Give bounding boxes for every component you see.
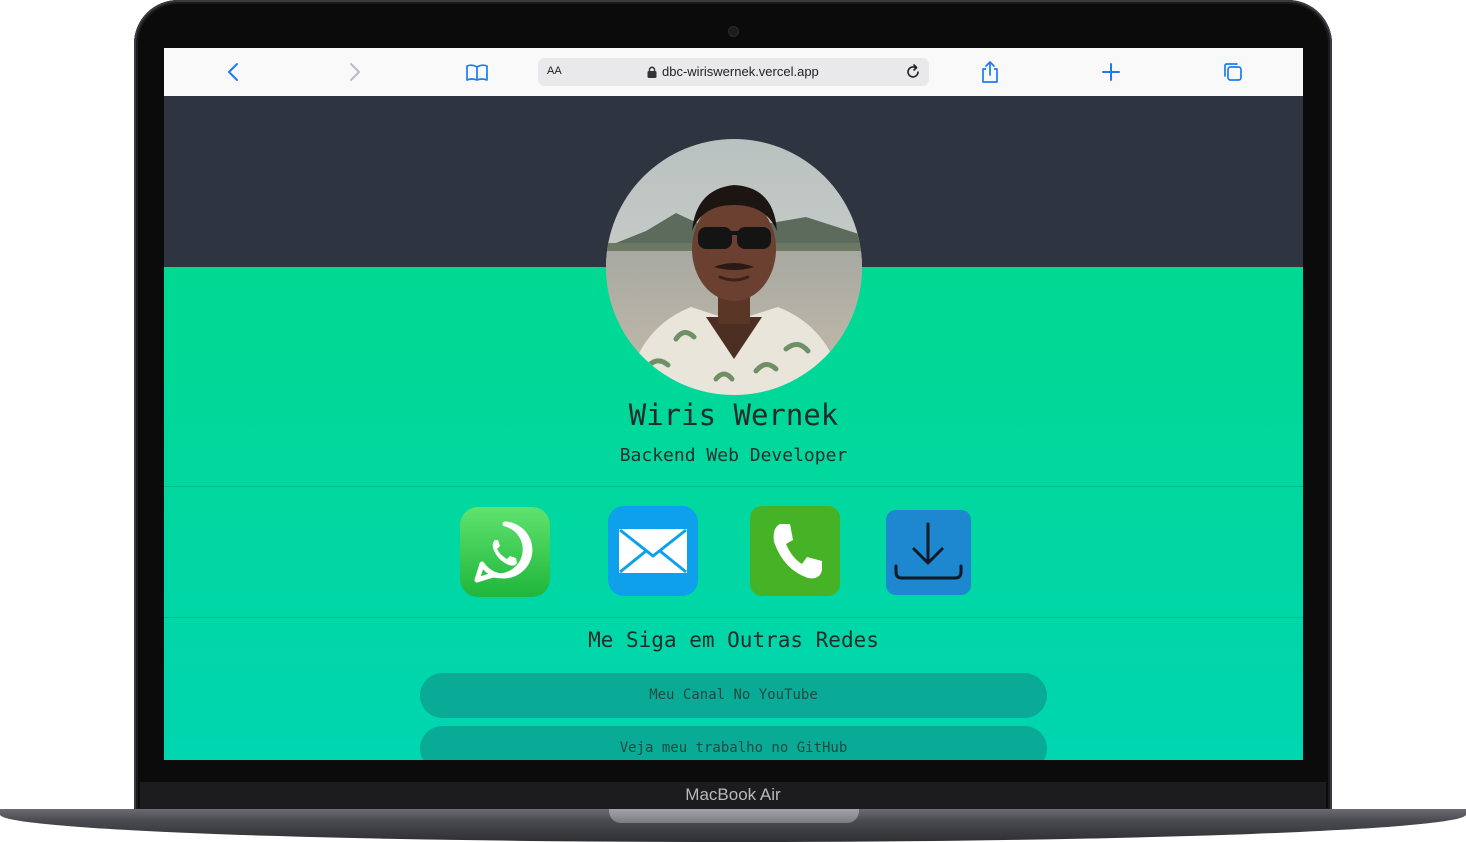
profile-name: Wiris Wernek [628,398,839,432]
email-icon[interactable] [608,506,698,596]
webcam [729,27,738,36]
base-notch [609,809,859,823]
lock-icon [647,66,657,78]
bookmarks-icon[interactable] [464,59,490,85]
tabs-icon[interactable] [1220,59,1246,85]
github-link-button[interactable]: Veja meu trabalho no GitHub [420,726,1047,760]
section-divider [164,486,1303,487]
screen: AA dbc-wiriswernek.vercel.app Wiris Wern… [164,48,1303,760]
download-icon[interactable] [886,510,971,595]
forward-icon[interactable] [341,59,367,85]
browser-toolbar: AA dbc-wiriswernek.vercel.app [164,48,1303,97]
social-heading: Me Siga em Outras Redes [588,628,879,652]
web-page: Wiris Wernek Backend Web Developer Me Si… [164,96,1303,760]
back-icon[interactable] [221,59,247,85]
text-size-button[interactable]: AA [547,65,562,77]
brand-label: MacBook Air [685,785,781,804]
new-tab-icon[interactable] [1098,59,1124,85]
reload-icon[interactable] [903,62,923,82]
phone-icon[interactable] [750,506,840,596]
share-icon[interactable] [977,59,1003,85]
profile-role: Backend Web Developer [619,445,848,466]
whatsapp-icon[interactable] [459,506,551,598]
url-text[interactable]: dbc-wiriswernek.vercel.app [662,64,819,79]
youtube-link-button[interactable]: Meu Canal No YouTube [420,673,1047,718]
address-bar[interactable]: AA dbc-wiriswernek.vercel.app [538,58,929,86]
profile-avatar [606,139,862,395]
section-divider [164,617,1303,618]
laptop-frame: MacBook Air AA dbc-wiriswernek.vercel.ap… [0,0,1466,842]
